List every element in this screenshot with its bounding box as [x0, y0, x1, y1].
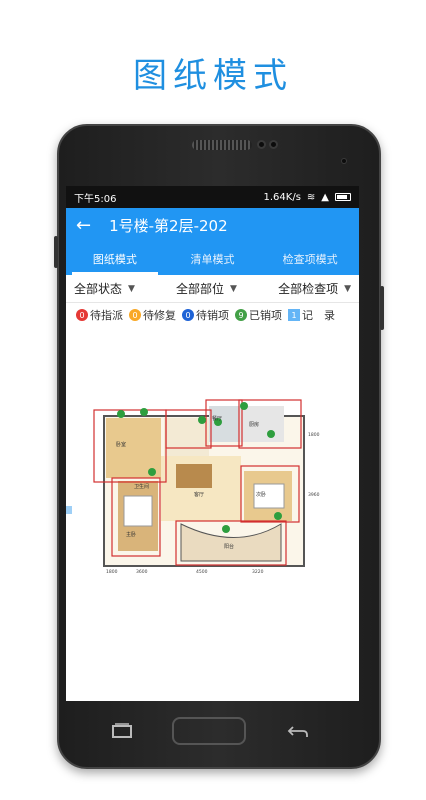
legend-label: 待销项 — [196, 309, 229, 322]
home-button[interactable] — [172, 717, 246, 745]
recent-apps-icon[interactable] — [111, 723, 133, 739]
legend-to-close: 0 待销项 — [182, 307, 229, 323]
location-filter-dropdown[interactable]: 全部部位 ▼ — [176, 280, 237, 297]
count-badge: 9 — [235, 309, 247, 321]
check-item-filter-label: 全部检查项 — [278, 282, 339, 296]
tab-inspection-mode[interactable]: 检查项模式 — [261, 242, 359, 275]
caret-down-icon: ▼ — [344, 283, 351, 294]
wifi-icon: ≋ — [306, 191, 316, 203]
count-badge: 0 — [76, 309, 88, 321]
legend-closed: 9 已销项 — [235, 307, 282, 323]
status-bar: 下午5:06 1.64K/s ≋ ▲ — [66, 186, 359, 208]
legend-label: 待指派 — [90, 309, 123, 322]
legend-label: 已销项 — [249, 309, 282, 322]
room-label: 次卧 — [256, 491, 266, 498]
room-label: 阳台 — [224, 543, 234, 550]
room-label: 客厅 — [194, 491, 204, 498]
count-badge: 0 — [182, 309, 194, 321]
room-label: 主卧 — [126, 531, 136, 538]
volume-button — [54, 236, 58, 268]
scroll-indicator[interactable] — [66, 506, 72, 514]
location-filter-label: 全部部位 — [176, 282, 225, 296]
record-count-badge: 1 — [288, 309, 300, 321]
signal-icon: ▲ — [321, 191, 329, 203]
record-label: 记 录 — [302, 309, 335, 322]
page-title: 1号楼-第2层-202 — [109, 216, 228, 235]
tab-drawing-mode[interactable]: 图纸模式 — [66, 242, 164, 275]
status-filter-label: 全部状态 — [74, 282, 123, 296]
page-headline: 图纸模式 — [133, 56, 293, 96]
caret-down-icon: ▼ — [128, 283, 135, 294]
room-hall — [164, 418, 209, 458]
legend-label: 待修复 — [143, 309, 176, 322]
battery-icon — [335, 193, 351, 201]
dimension-label: 3600 — [136, 569, 148, 575]
back-nav-icon[interactable] — [287, 723, 309, 739]
tab-list-mode[interactable]: 清单模式 — [164, 242, 262, 275]
filter-bar: 全部状态 ▼ 全部部位 ▼ 全部检查项 ▼ — [66, 275, 359, 303]
mode-tabs: 图纸模式 清单模式 检查项模式 — [66, 242, 359, 275]
status-filter-dropdown[interactable]: 全部状态 ▼ — [74, 280, 135, 297]
sofa — [176, 464, 212, 488]
dimension-label: 1800 — [106, 569, 118, 575]
caret-down-icon: ▼ — [230, 283, 237, 294]
legend-to-repair: 0 待修复 — [129, 307, 176, 323]
sensor — [269, 140, 278, 149]
app-bar: ← 1号楼-第2层-202 — [66, 208, 359, 242]
phone-screen: 下午5:06 1.64K/s ≋ ▲ ← 1号楼-第2层-202 图纸模式 清单… — [66, 186, 359, 701]
dimension-label: 3960 — [308, 492, 320, 498]
speaker-grille — [192, 140, 252, 150]
screenshot-page: 图纸模式 下午5:06 1.64K/s ≋ ▲ ← 1号楼-第2层-202 图纸… — [0, 0, 426, 800]
record-button[interactable]: 1 记 录 — [288, 307, 335, 323]
dimension-label: 3220 — [252, 569, 264, 575]
room-kitchen — [239, 406, 284, 442]
count-badge: 0 — [129, 309, 141, 321]
proximity-sensor — [341, 158, 347, 164]
status-time: 下午5:06 — [74, 193, 117, 205]
room-label: 餐厅 — [212, 415, 222, 422]
room-label: 卫生间 — [134, 483, 149, 490]
bed — [123, 495, 153, 527]
status-legend: 0 待指派 0 待修复 0 待销项 9 已销项 1 记 录 — [66, 303, 359, 327]
phone-frame: 下午5:06 1.64K/s ≋ ▲ ← 1号楼-第2层-202 图纸模式 清单… — [54, 124, 384, 769]
room-label: 卧室 — [116, 441, 126, 448]
dimension-label: 1800 — [308, 432, 320, 438]
back-arrow-icon[interactable]: ← — [76, 215, 91, 236]
status-icons: 1.64K/s ≋ ▲ — [263, 191, 351, 203]
front-camera — [257, 140, 266, 149]
room-bath-top — [209, 406, 239, 442]
phone-nav-bar — [59, 703, 383, 763]
legend-to-assign: 0 待指派 — [76, 307, 123, 323]
room-label: 厨房 — [249, 421, 259, 428]
floor-plan-drawing[interactable]: 卧室 厨房 餐厅 客厅 卫生间 主卧 阳台 次卧 1800 3600 4500 … — [76, 376, 346, 576]
network-speed: 1.64K/s — [263, 191, 301, 203]
dimension-label: 4500 — [196, 569, 208, 575]
power-button — [380, 286, 384, 330]
check-item-filter-dropdown[interactable]: 全部检查项 ▼ — [278, 280, 351, 297]
